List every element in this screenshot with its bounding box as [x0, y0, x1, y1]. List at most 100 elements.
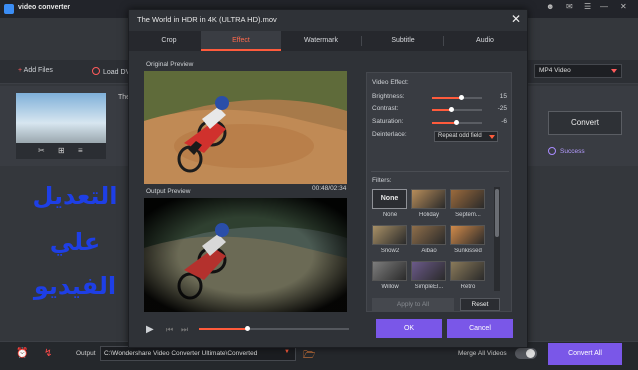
menu-icon[interactable]: ☰ [584, 2, 591, 11]
next-frame-icon[interactable]: ⏭ [181, 325, 188, 335]
filter-thumbnail[interactable] [450, 225, 485, 245]
filter-name: Snow2 [380, 248, 400, 254]
motocross-scene [144, 71, 347, 184]
brightness-slider[interactable]: Brightness: 15 [372, 93, 507, 103]
status-label: Success [560, 148, 585, 155]
tab-effect[interactable]: Effect [201, 31, 281, 51]
filter-item[interactable]: None None [372, 189, 408, 218]
app-logo-icon [4, 4, 14, 14]
crop-icon[interactable]: ⊞ [58, 146, 65, 155]
thumbnail-tools: ✂ ⊞ ≡ [16, 143, 106, 159]
filter-item[interactable]: Sunkissed [450, 225, 486, 254]
output-format-select[interactable]: MP4 Video [534, 64, 622, 78]
contrast-knob[interactable] [449, 107, 454, 112]
saturation-slider[interactable]: Saturation: -6 [372, 118, 507, 128]
load-dvd-button[interactable]: Load DV [92, 67, 130, 76]
tab-divider [361, 36, 362, 46]
close-icon[interactable]: ✕ [511, 12, 521, 26]
filter-item[interactable]: Aibao [411, 225, 447, 254]
filter-thumbnail[interactable] [372, 225, 407, 245]
overlay-text-line-2: علي [49, 228, 101, 256]
chevron-down-icon [489, 135, 495, 139]
overlay-text-line-3: الفيديو [33, 272, 117, 300]
add-files-button[interactable]: + Add Files [18, 67, 53, 74]
contrast-track[interactable] [432, 107, 482, 112]
alarm-icon[interactable]: ⏰ [16, 348, 28, 359]
output-path-field[interactable]: C:\Wondershare Video Converter Ultimate\… [100, 346, 296, 361]
filter-thumbnail[interactable] [411, 225, 446, 245]
timecode: 00:48/02:34 [312, 185, 347, 192]
speed-icon[interactable]: ↯ [44, 348, 52, 359]
filter-item[interactable]: Retro [450, 261, 486, 290]
tab-crop[interactable]: Crop [129, 31, 209, 51]
trim-icon[interactable]: ✂ [38, 146, 45, 155]
saturation-track[interactable] [432, 120, 482, 125]
tab-subtitle[interactable]: Subtitle [363, 31, 443, 51]
filter-thumbnail[interactable] [372, 261, 407, 281]
filter-grid: None None Holiday Septem... Snow2 Aibao Sunkis… [372, 189, 488, 293]
output-format-value: MP4 Video [539, 67, 571, 74]
saturation-fill [432, 122, 456, 124]
folder-icon[interactable]: 🗁 [303, 348, 315, 365]
filter-thumbnail[interactable] [411, 261, 446, 281]
reset-button[interactable]: Reset [460, 298, 500, 311]
merge-toggle[interactable] [515, 348, 537, 359]
chevron-down-icon [611, 69, 617, 73]
playback-progress-knob[interactable] [245, 326, 250, 331]
filter-item[interactable]: Septem... [450, 189, 486, 218]
output-preview [144, 198, 347, 312]
filter-thumbnail[interactable] [450, 261, 485, 281]
merge-label: Merge All Videos [458, 350, 507, 357]
filter-item[interactable]: Holiday [411, 189, 447, 218]
filter-scrollbar-thumb[interactable] [495, 189, 499, 237]
filter-thumbnail[interactable] [411, 189, 446, 209]
filter-scrollbar[interactable] [494, 187, 500, 291]
saturation-knob[interactable] [453, 120, 459, 125]
brightness-value: 15 [499, 93, 507, 100]
convert-all-button[interactable]: Convert All [548, 343, 622, 365]
saturation-label: Saturation: [372, 118, 404, 125]
filter-thumbnail[interactable] [450, 189, 485, 209]
deinterlace-select[interactable]: Repeat odd field [434, 131, 498, 142]
message-icon[interactable]: ✉ [566, 2, 573, 11]
playback-progress[interactable] [199, 326, 349, 331]
path-dropdown-icon[interactable]: ▼ [284, 349, 290, 355]
ok-button[interactable]: OK [376, 319, 442, 338]
filter-name: Aibao [421, 248, 437, 254]
brightness-track[interactable] [432, 95, 482, 100]
filter-name: SimpleEl... [414, 284, 444, 290]
load-dvd-label: Load DV [103, 69, 131, 76]
brightness-knob[interactable] [458, 95, 464, 100]
tab-audio[interactable]: Audio [445, 31, 525, 51]
check-circle-icon [548, 147, 556, 155]
filter-item[interactable]: Snow2 [372, 225, 408, 254]
filter-item[interactable]: Willow [372, 261, 408, 290]
minimize-icon[interactable]: — [600, 2, 608, 11]
filter-thumbnail[interactable]: None [372, 189, 407, 209]
plus-icon: + [18, 67, 23, 74]
account-icon[interactable]: ☻ [546, 2, 554, 11]
deinterlace-row: Deinterlace: Repeat odd field [372, 131, 507, 143]
window-close-icon[interactable]: ✕ [620, 2, 627, 11]
video-thumbnail[interactable] [16, 93, 106, 143]
previous-frame-icon[interactable]: ⏮ [166, 325, 173, 335]
contrast-slider[interactable]: Contrast: -25 [372, 105, 507, 115]
dialog-tabs: Crop Effect Watermark Subtitle Audio [129, 31, 527, 51]
motocross-scene-output [144, 198, 347, 312]
tab-watermark[interactable]: Watermark [281, 31, 361, 51]
filter-name: None [382, 212, 398, 218]
deinterlace-value: Repeat odd field [438, 133, 482, 139]
brightness-label: Brightness: [372, 93, 405, 100]
convert-button[interactable]: Convert [548, 111, 622, 135]
filter-name: Holiday [418, 212, 439, 218]
effects-icon[interactable]: ≡ [78, 146, 83, 155]
filter-item[interactable]: SimpleEl... [411, 261, 447, 290]
app-window: video converter ☻ ✉ ☰ — ✕ + Add Files Lo… [0, 0, 638, 370]
app-title: video converter [18, 4, 71, 11]
apply-to-all-button[interactable]: Apply to All [372, 298, 454, 311]
play-icon[interactable]: ▶ [146, 324, 154, 335]
cancel-button[interactable]: Cancel [447, 319, 513, 338]
divider [371, 171, 509, 172]
filter-name: Willow [381, 284, 399, 290]
add-files-label: Add Files [23, 67, 53, 74]
